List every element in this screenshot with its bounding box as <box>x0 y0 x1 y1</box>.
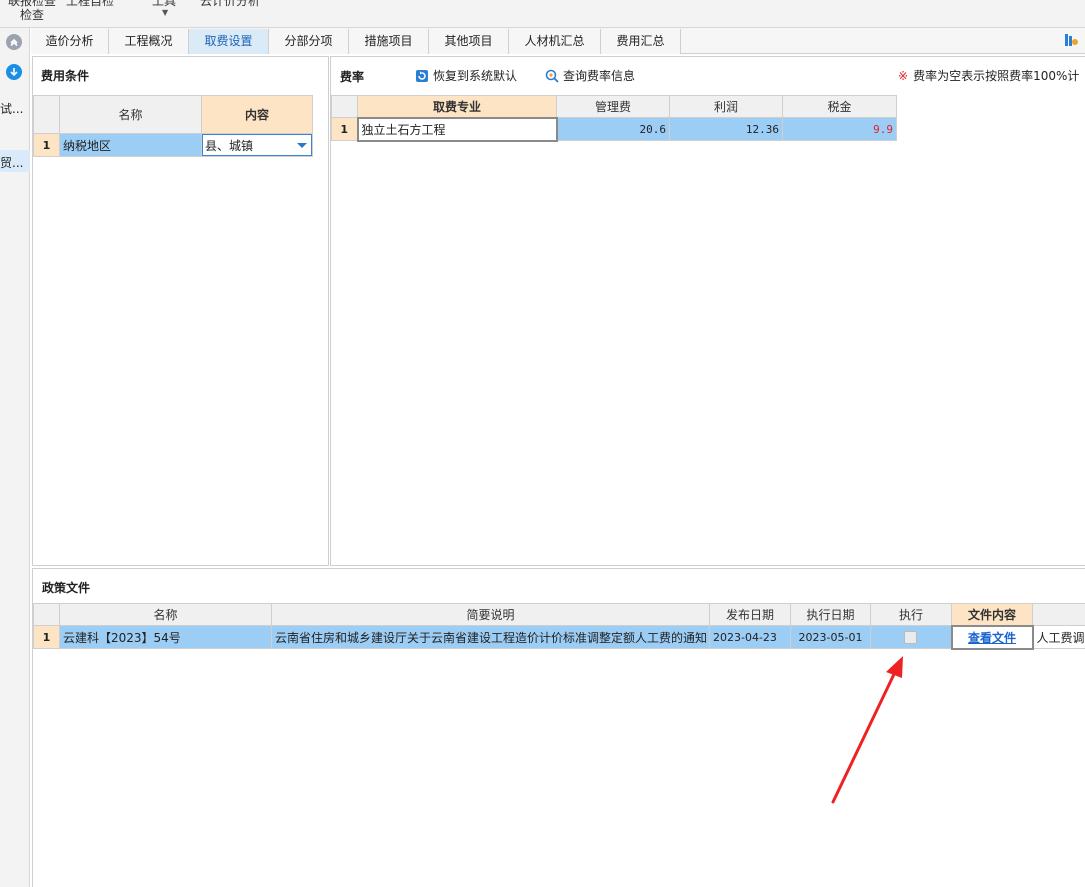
tab-labor-material-summary[interactable]: 人材机汇总 <box>509 29 601 54</box>
header-description: 简要说明 <box>271 603 710 626</box>
file-content-cell[interactable]: 查看文件 <box>950 624 1034 650</box>
rate-note: ※ 费率为空表示按照费率100%计 <box>898 67 1079 84</box>
row-number: 1 <box>33 133 60 157</box>
view-file-link[interactable]: 查看文件 <box>968 631 1016 645</box>
tab-sub-items[interactable]: 分部分项 <box>269 29 349 54</box>
toolbar-fragment-4[interactable]: 云计价分析 <box>200 0 260 9</box>
row-number-header <box>331 95 358 118</box>
note-mark-icon: ※ <box>898 69 909 83</box>
header-extra <box>1032 603 1085 626</box>
left-rail: 试... 贸... <box>0 28 30 887</box>
download-icon[interactable] <box>6 64 22 80</box>
restore-default-label: 恢复到系统默认 <box>433 69 518 83</box>
row-number-header <box>33 95 60 134</box>
tab-cost-analysis[interactable]: 造价分析 <box>31 29 109 54</box>
settings-icon[interactable] <box>1063 32 1079 48</box>
row-number: 1 <box>33 625 60 649</box>
policy-files-table: 名称 简要说明 发布日期 执行日期 执行 文件内容 1 云建科【2023】54号… <box>33 603 1085 650</box>
policy-files-panel: 政策文件 名称 简要说明 发布日期 执行日期 执行 文件内容 1 云建科【202… <box>32 568 1085 887</box>
header-specialty: 取费专业 <box>357 95 557 118</box>
tab-fee-settings[interactable]: 取费设置 <box>189 29 269 54</box>
toolbar-check-label[interactable]: 检查 <box>20 6 44 23</box>
profit-cell[interactable]: 12.36 <box>669 117 783 141</box>
extra-cell: 人工费调整 <box>1032 625 1085 649</box>
collapse-up-icon[interactable] <box>6 34 22 50</box>
header-tax: 税金 <box>782 95 897 118</box>
header-content: 内容 <box>201 95 313 134</box>
execute-date-cell[interactable]: 2023-05-01 <box>790 625 871 649</box>
execute-cell[interactable] <box>870 625 952 649</box>
chevron-down-icon[interactable]: ▼ <box>162 8 168 17</box>
policy-name-cell[interactable]: 云建科【2023】54号 <box>59 625 272 649</box>
row-number-header <box>33 603 60 626</box>
header-publish-date: 发布日期 <box>709 603 791 626</box>
rate-note-text: 费率为空表示按照费率100%计 <box>913 69 1080 83</box>
tab-other-items[interactable]: 其他项目 <box>429 29 509 54</box>
condition-name[interactable]: 纳税地区 <box>59 133 202 157</box>
policy-files-title: 政策文件 <box>42 581 91 595</box>
header-execute-date: 执行日期 <box>790 603 871 626</box>
fee-conditions-title: 费用条件 <box>41 69 90 83</box>
restore-default-button[interactable]: 恢复到系统默认 <box>415 67 517 84</box>
header-name: 名称 <box>59 603 272 626</box>
header-file-content: 文件内容 <box>951 603 1033 626</box>
header-execute: 执行 <box>870 603 952 626</box>
tax-region-select[interactable]: 县、城镇 <box>202 134 312 156</box>
fee-conditions-panel: 费用条件 名称 内容 1 纳税地区 县、城镇 <box>32 56 329 566</box>
tab-fee-summary[interactable]: 费用汇总 <box>601 29 681 54</box>
fee-conditions-table: 名称 内容 1 纳税地区 县、城镇 <box>33 95 313 157</box>
header-profit: 利润 <box>669 95 783 118</box>
condition-content-cell[interactable]: 县、城镇 <box>201 133 313 157</box>
rates-table: 取费专业 管理费 利润 税金 1 独立土石方工程 20.6 12.36 9.9 <box>331 95 897 142</box>
table-row[interactable]: 1 独立土石方工程 20.6 12.36 9.9 <box>331 116 897 142</box>
tab-measures[interactable]: 措施项目 <box>349 29 429 54</box>
rail-item-2[interactable]: 贸... <box>0 154 23 171</box>
search-icon <box>545 69 559 83</box>
rail-item-1[interactable]: 试... <box>0 100 23 117</box>
row-number: 1 <box>331 117 358 141</box>
tab-bar: 造价分析 工程概况 取费设置 分部分项 措施项目 其他项目 人材机汇总 费用汇总 <box>31 28 1085 54</box>
chevron-down-icon[interactable] <box>297 142 307 148</box>
rates-title: 费率 <box>340 70 365 84</box>
policy-description-cell[interactable]: 云南省住房和城乡建设厅关于云南省建设工程造价计价标准调整定额人工费的通知 <box>271 625 710 649</box>
tax-region-value: 县、城镇 <box>205 138 254 153</box>
query-rate-info-label: 查询费率信息 <box>563 69 636 83</box>
restore-icon <box>416 69 428 82</box>
rates-panel: 费率 恢复到系统默认 查询费率信息 取费专业 管理费 利润 税金 1 独立土石方… <box>330 56 1085 566</box>
header-management-fee: 管理费 <box>556 95 670 118</box>
tax-cell[interactable]: 9.9 <box>782 117 897 141</box>
toolbar-fragment-2[interactable]: 工程自检 <box>66 0 114 9</box>
publish-date-cell[interactable]: 2023-04-23 <box>709 625 791 649</box>
top-toolbar: 联报检查 工程自检 工具 云计价分析 检查 ▼ <box>0 0 1085 28</box>
management-fee-cell[interactable]: 20.6 <box>556 117 670 141</box>
table-row[interactable]: 1 云建科【2023】54号 云南省住房和城乡建设厅关于云南省建设工程造价计价标… <box>33 624 1085 650</box>
header-name: 名称 <box>59 95 202 134</box>
specialty-cell[interactable]: 独立土石方工程 <box>356 116 558 142</box>
table-row[interactable]: 1 纳税地区 县、城镇 <box>33 133 313 157</box>
execute-checkbox[interactable] <box>904 631 918 644</box>
query-rate-info-button[interactable]: 查询费率信息 <box>545 67 635 84</box>
tab-project-overview[interactable]: 工程概况 <box>109 29 189 54</box>
